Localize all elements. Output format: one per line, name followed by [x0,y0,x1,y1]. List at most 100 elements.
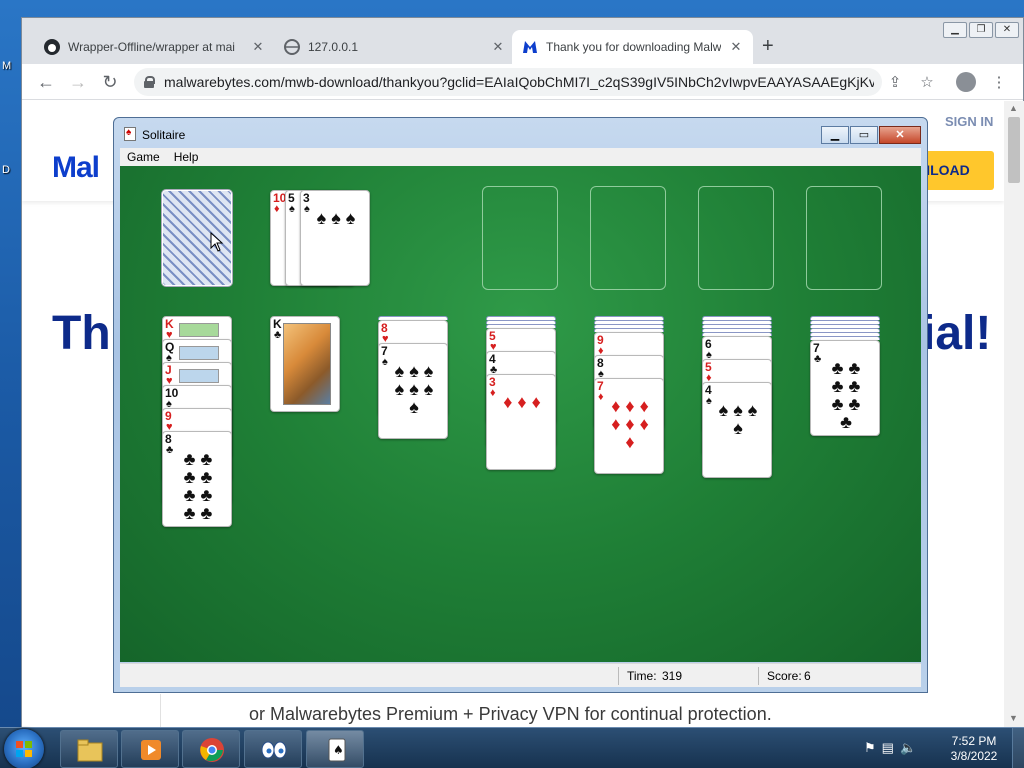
reload-icon[interactable]: ↻ [98,70,122,94]
taskbar-explorer[interactable] [60,730,118,768]
taskbar-solitaire[interactable]: ♠ [306,730,364,768]
system-tray: ⚑ ▤ 🔈 [864,740,916,756]
minimize-button[interactable]: ▁ [943,22,967,38]
playing-card[interactable]: 7 ♠ ♠ ♠ ♠ ♠ ♠ ♠ ♠ [378,343,448,439]
maximize-button[interactable]: ▭ [850,126,878,144]
window-controls: ▁ ▭ ✕ [821,126,921,144]
browser-toolbar: ← → ↻ malwarebytes.com/mwb-download/than… [22,64,1023,100]
sign-in-link[interactable]: SIGN IN [945,114,993,129]
close-button[interactable]: ✕ [995,22,1019,38]
card-pips: ♣ ♣ ♣ ♣ ♣ ♣ ♣ [831,358,861,432]
playing-card[interactable]: 7 ♦ ♦ ♦ ♦ ♦ ♦ ♦ ♦ [594,378,664,474]
playing-card[interactable]: 7 ♣ ♣ ♣ ♣ ♣ ♣ ♣ ♣ [810,340,880,436]
tab-github[interactable]: Wrapper-Offline/wrapper at mai ✕ [34,30,275,64]
solitaire-app-icon [124,127,136,141]
taskbar-media-player[interactable] [121,730,179,768]
hero-heading-left: Th [52,307,111,360]
score-label: Score: [767,669,802,683]
taskbar-eyes-app[interactable] [244,730,302,768]
close-icon[interactable]: ✕ [251,39,265,55]
scroll-up-icon[interactable]: ▲ [1009,103,1018,113]
action-center-flag-icon[interactable]: ⚑ [864,740,876,756]
address-bar[interactable]: malwarebytes.com/mwb-download/thankyou?g… [134,68,882,96]
taskbar-chrome[interactable] [182,730,240,768]
close-button[interactable]: ✕ [879,126,921,144]
start-button[interactable] [4,729,44,768]
window-controls: ▁ ❐ ✕ [943,22,1019,38]
playing-card[interactable]: 3 ♦ ♦ ♦ ♦ [486,374,556,470]
scroll-down-icon[interactable]: ▼ [1009,713,1018,723]
solitaire-icon: ♠ [322,737,350,763]
lock-icon[interactable] [144,76,155,88]
card-suit: ♠ [289,203,295,215]
github-icon [44,39,60,55]
url-text[interactable]: malwarebytes.com/mwb-download/thankyou?g… [164,74,874,90]
footer-text: or Malwarebytes Premium + Privacy VPN fo… [249,704,772,724]
menu-dots-icon[interactable]: ⋮ [988,72,1010,94]
score-value: 6 [804,669,811,683]
show-desktop-button[interactable] [1012,728,1024,768]
minimize-button[interactable]: ▁ [821,126,849,144]
card-pips: ♦ ♦ ♦ ♦ ♦ ♦ ♦ [611,396,649,452]
card-suit: ♠ [706,395,712,407]
game-board[interactable]: 10 ♦ 5 ♠ 3 ♠ ♠ ♠ ♠ K ♥ Q ♠ J ♥ 10 ♠ 9 ♥ 8 ♣ ♣ ♣ ♣ ♣ ♣ ♣ ♣ … [120,166,921,662]
hero-heading-right: ial! [922,307,992,360]
playing-card[interactable]: 8 ♣ ♣ ♣ ♣ ♣ ♣ ♣ ♣ ♣ [162,431,232,527]
card-pips: ♠ ♠ ♠ ♠ [718,400,758,438]
foundation-slot-3[interactable] [698,186,774,290]
scroll-thumb[interactable] [1008,117,1020,183]
time-value: 319 [662,669,683,683]
window-title: Solitaire [142,128,186,142]
card-suit: ♠ [382,356,388,368]
svg-text:♠: ♠ [333,743,344,757]
maximize-button[interactable]: ❐ [969,22,993,38]
status-divider [618,667,619,685]
playing-card[interactable]: 4 ♠ ♠ ♠ ♠ ♠ [702,382,772,478]
menu-help[interactable]: Help [174,148,199,166]
explorer-icon [76,737,104,763]
card-suit: ♦ [598,391,604,403]
share-icon[interactable]: ⇪ [884,72,906,94]
desktop-label-m: M [2,60,12,72]
forward-arrow-icon[interactable]: → [66,70,90,94]
network-icon[interactable]: ▤ [882,740,894,756]
playing-card[interactable]: K ♣ [270,316,340,412]
card-pips: ♣ ♣ ♣ ♣ ♣ ♣ ♣ ♣ [183,449,213,523]
malwarebytes-icon [522,39,538,55]
playing-card[interactable]: 3 ♠ ♠ ♠ ♠ [300,190,370,286]
menu-game[interactable]: Game [127,148,160,166]
card-face-art [283,323,331,405]
foundation-slot-4[interactable] [806,186,882,290]
card-suit: ♣ [274,329,282,341]
bookmark-star-icon[interactable]: ☆ [916,72,938,94]
card-suit: ♦ [274,203,280,215]
foundation-slot-1[interactable] [482,186,558,290]
card-suit: ♦ [490,387,496,399]
tab-title: Wrapper-Offline/wrapper at mai [68,40,235,54]
profile-avatar[interactable] [956,72,976,92]
clock[interactable]: 7:52 PM 3/8/2022 [944,734,1004,764]
close-icon[interactable]: ✕ [491,39,505,55]
solitaire-window: Solitaire ▁ ▭ ✕ Game Help 10♦5♠3♠♠ ♠ ♠ K… [113,117,928,693]
tab-title: 127.0.0.1 [308,40,359,54]
tab-localhost[interactable]: 127.0.0.1 ✕ [274,30,515,64]
time-label: Time: [627,669,657,683]
new-tab-button[interactable]: + [762,35,774,58]
close-icon[interactable]: ✕ [729,39,743,55]
volume-icon[interactable]: 🔈 [900,740,916,756]
tab-malwarebytes[interactable]: Thank you for downloading Malw ✕ [512,30,753,64]
mouse-cursor-icon [210,232,224,252]
status-bar: Time: 319 Score: 6 [120,663,921,687]
tab-strip: Wrapper-Offline/wrapper at mai ✕ 127.0.0… [22,18,1023,64]
clock-time: 7:52 PM [951,734,997,748]
back-arrow-icon[interactable]: ← [34,70,58,94]
card-suit: ♣ [814,353,822,365]
malwarebytes-logo[interactable]: Mal [52,151,100,185]
card-face-art [179,323,219,337]
windows-logo-icon [16,741,32,757]
page-scrollbar[interactable]: ▲ ▼ [1004,101,1024,727]
card-pips: ♠ ♠ ♠ ♠ ♠ ♠ ♠ [394,361,434,417]
globe-icon [284,39,300,55]
card-pips: ♦ ♦ ♦ [503,392,541,412]
foundation-slot-2[interactable] [590,186,666,290]
